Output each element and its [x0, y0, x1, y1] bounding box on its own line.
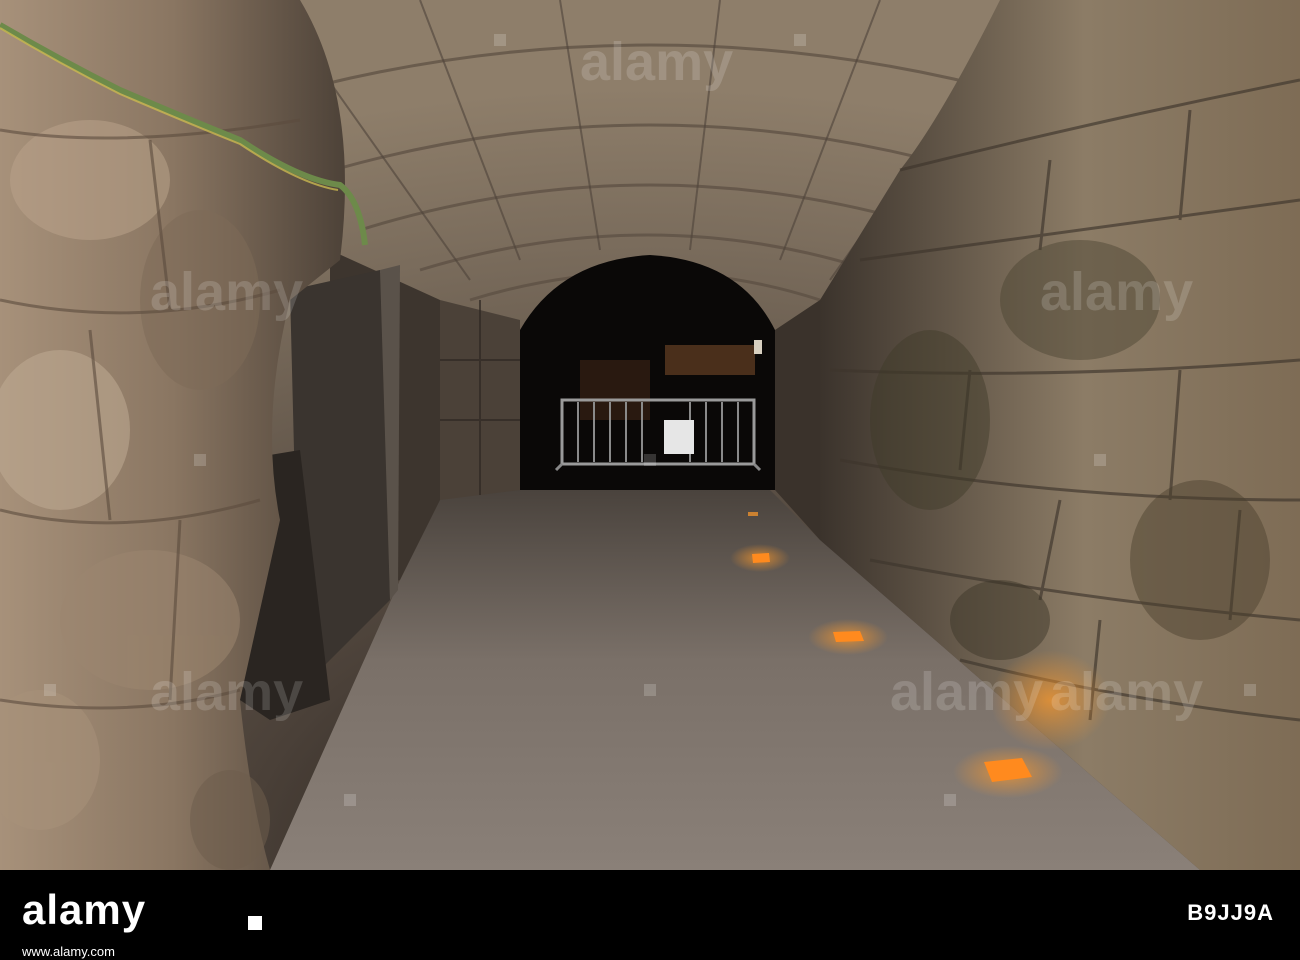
alamy-logo: alamy — [22, 886, 147, 933]
distant-structure — [580, 360, 650, 420]
watermark-text: alamy — [580, 32, 733, 92]
distant-lit-area — [665, 345, 755, 375]
photo: alamy alamy alamy alamy alamy alamy — [0, 0, 1300, 870]
watermark-text: alamy — [890, 662, 1043, 722]
watermark-text: alamy — [150, 662, 303, 722]
tunnel-scene: alamy alamy alamy alamy alamy alamy — [0, 0, 1300, 870]
site-url: www.alamy.com — [22, 944, 115, 959]
watermark-text: alamy — [150, 262, 303, 322]
far-wall-lamp — [754, 340, 762, 354]
image-id: B9JJ9A — [1187, 900, 1274, 925]
floor-light — [833, 631, 864, 642]
barrier-sign — [664, 420, 694, 454]
floor-light — [748, 512, 758, 516]
watermark-text: alamy — [1050, 662, 1203, 722]
stock-photo-footer: alamy www.alamy.com B9JJ9A — [0, 870, 1300, 960]
watermark-text: alamy — [1040, 262, 1193, 322]
alamy-logo-mark-icon — [248, 916, 262, 930]
floor-light — [752, 553, 770, 563]
